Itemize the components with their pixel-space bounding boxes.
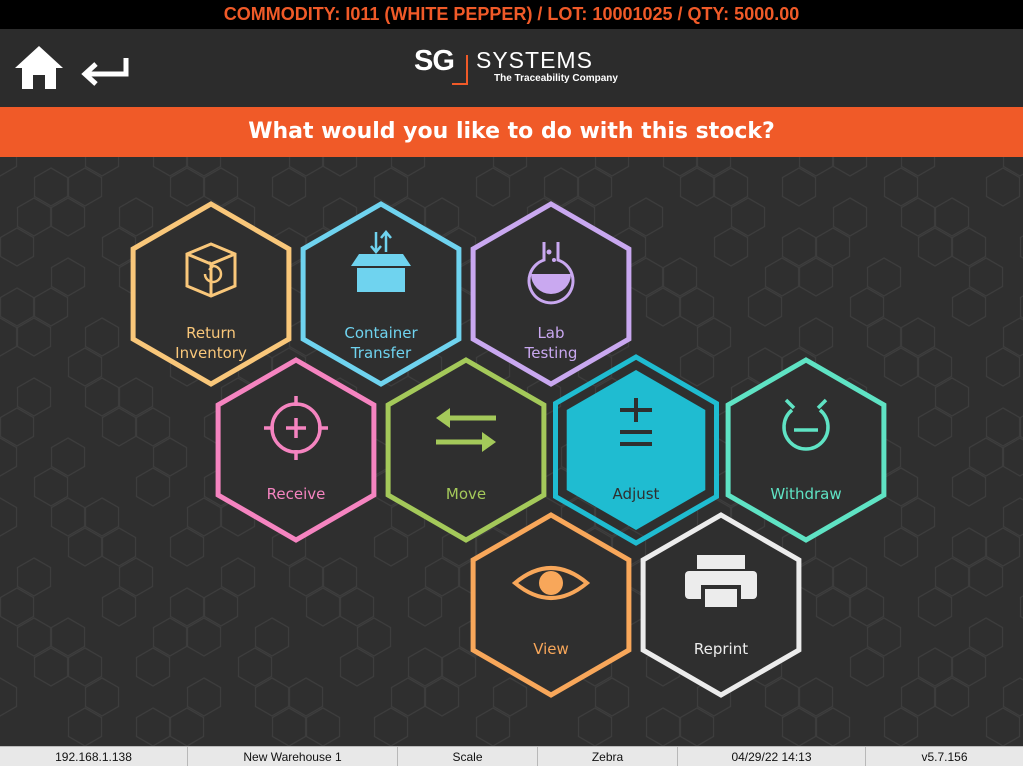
tile-hex — [566, 370, 706, 530]
status-datetime: 04/29/22 14:13 — [678, 747, 866, 766]
logo-mark: SG — [414, 45, 455, 77]
receive-label: Receive — [267, 485, 326, 503]
container-transfer-label-line2: Transfer — [350, 344, 412, 362]
container-transfer-tile[interactable]: Container Transfer — [300, 201, 462, 387]
reprint-label: Reprint — [694, 640, 748, 658]
sg-systems-logo: SG SYSTEMS The Traceability Company — [414, 45, 624, 93]
adjust-tile[interactable]: Adjust — [553, 354, 719, 546]
status-version: v5.7.156 — [921, 750, 968, 764]
logo-tagline: The Traceability Company — [494, 73, 618, 84]
move-tile[interactable]: Move — [385, 357, 547, 543]
home-button[interactable] — [12, 43, 66, 93]
lab-testing-label-line2: Testing — [524, 344, 578, 362]
receive-tile[interactable]: Receive — [215, 357, 377, 543]
lab-testing-label-line1: Lab — [537, 324, 564, 342]
prompt-title: What would you like to do with this stoc… — [0, 107, 1023, 157]
status-bar: 192.168.1.138 New Warehouse 1 Scale Zebr… — [0, 746, 1023, 766]
home-icon — [15, 46, 63, 89]
return-inventory-tile[interactable]: Return Inventory — [130, 201, 292, 387]
tile-hex — [385, 357, 547, 543]
back-button[interactable] — [78, 54, 132, 90]
header-bar: SG SYSTEMS The Traceability Company — [0, 29, 1023, 107]
view-tile[interactable]: View — [470, 512, 632, 698]
return-inventory-label-line1: Return — [186, 324, 236, 342]
withdraw-label: Withdraw — [770, 485, 841, 503]
action-hex-grid: Return Inventory Container Transfer Lab Testi… — [130, 201, 887, 698]
status-printer: Zebra — [538, 747, 678, 766]
reprint-tile[interactable]: Reprint — [640, 512, 802, 698]
view-label: View — [533, 640, 569, 658]
logo-wordmark: SYSTEMS — [476, 47, 593, 73]
return-arrow-icon — [81, 58, 129, 86]
withdraw-tile[interactable]: Withdraw — [725, 357, 887, 543]
status-warehouse: New Warehouse 1 — [188, 747, 398, 766]
status-ip: 192.168.1.138 — [0, 747, 188, 766]
lab-testing-tile[interactable]: Lab Testing — [470, 201, 632, 387]
return-inventory-label-line2: Inventory — [175, 344, 247, 362]
container-transfer-label-line1: Container — [344, 324, 418, 342]
action-area: Return Inventory Container Transfer Lab Testi… — [0, 157, 1023, 746]
move-label: Move — [446, 485, 486, 503]
status-scale: Scale — [398, 747, 538, 766]
logo-bracket — [452, 55, 468, 85]
commodity-banner: COMMODITY: I011 (WHITE PEPPER) / LOT: 10… — [0, 0, 1023, 29]
tile-hex — [470, 512, 632, 698]
adjust-label: Adjust — [613, 485, 660, 503]
